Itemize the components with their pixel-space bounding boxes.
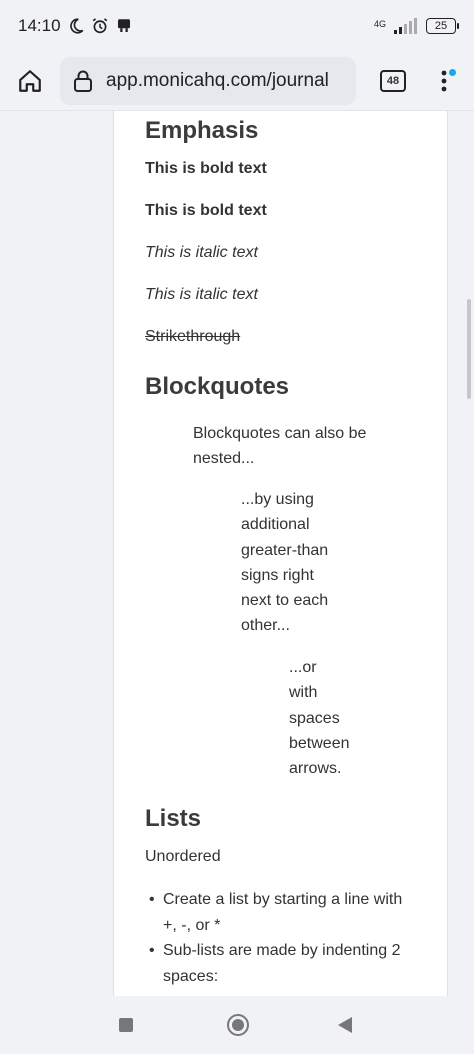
tab-count: 48: [386, 75, 400, 87]
blockquote-line: next to each: [241, 592, 329, 610]
address-bar[interactable]: app.monicahq.com/journal: [60, 57, 356, 105]
network-type: 4G: [373, 19, 386, 29]
home-icon: [19, 70, 41, 92]
back-button[interactable]: [338, 1017, 352, 1033]
system-nav-bar: [0, 996, 474, 1054]
blockquote-level-1: Blockquotes can also be nested...: [193, 421, 423, 472]
blockquote-line: spaces: [289, 709, 340, 727]
strikethrough-text: Strikethrough: [145, 328, 241, 345]
signal-icon: [394, 18, 417, 34]
italic-text-2: This is italic text: [145, 286, 258, 303]
url-text: app.monicahq.com/journal: [106, 70, 329, 91]
status-time: 14:10: [18, 16, 61, 35]
moon-icon: [69, 18, 83, 34]
lock-icon: [74, 70, 92, 92]
bold-text-2: This is bold text: [145, 202, 267, 219]
blockquote-line: Blockquotes can also be: [193, 425, 367, 442]
menu-button[interactable]: [434, 61, 456, 101]
bold-text-1: This is bold text: [145, 160, 267, 177]
screen: 14:10 4G 25 app.monicahq.com/journal 48 …: [0, 0, 474, 1054]
battery-indicator: 25: [426, 18, 459, 34]
home-nav-button[interactable]: [227, 1014, 249, 1036]
list-item: Sub-lists are made by indenting 2 spaces…: [149, 938, 419, 989]
blockquote-line: arrows.: [289, 760, 342, 778]
blockquote-line: between: [289, 734, 350, 752]
battery-level: 25: [434, 20, 448, 32]
home-button[interactable]: [0, 52, 60, 110]
alarm-icon: [92, 18, 107, 34]
tabs-button[interactable]: 48: [380, 70, 406, 92]
scrollbar-thumb[interactable]: [467, 299, 471, 399]
emphasis-heading: Emphasis: [145, 117, 259, 144]
blockquote-line: greater-than: [241, 541, 329, 559]
lists-heading: Lists: [145, 805, 202, 832]
blockquote-line: nested...: [193, 450, 255, 468]
list-item-line: spaces:: [163, 967, 219, 985]
blockquote-line: ...or: [289, 659, 317, 676]
blockquote-line: signs right: [241, 566, 314, 584]
blockquote-line: additional: [241, 516, 310, 534]
blockquote-line: with: [289, 684, 318, 702]
list-item-line: Create a list by starting a line with: [163, 891, 403, 908]
blockquote-line: other...: [241, 617, 290, 635]
blockquotes-heading: Blockquotes: [145, 373, 290, 400]
list-item-line: Sub-lists are made by indenting 2: [163, 942, 401, 959]
status-bar: 14:10 4G 25: [0, 0, 474, 52]
list-item: Create a list by starting a line with +,…: [149, 887, 419, 938]
notification-icon: [117, 19, 130, 32]
more-vertical-icon: [441, 70, 447, 92]
blockquote-line: ...by using: [241, 491, 314, 508]
unordered-list: Create a list by starting a line with +,…: [149, 887, 419, 989]
blockquote-level-2: ...by using additional greater-than sign…: [241, 487, 361, 639]
unordered-label: Unordered: [145, 848, 221, 865]
recents-button[interactable]: [119, 1018, 133, 1032]
web-page[interactable]: Emphasis This is bold text This is bold …: [0, 110, 474, 996]
blockquote-level-3: ...or with spaces between arrows.: [289, 655, 369, 781]
notification-dot: [449, 69, 456, 76]
list-item-line: +, -, or *: [163, 916, 221, 934]
browser-toolbar: app.monicahq.com/journal 48: [0, 52, 474, 110]
italic-text-1: This is italic text: [145, 244, 258, 261]
